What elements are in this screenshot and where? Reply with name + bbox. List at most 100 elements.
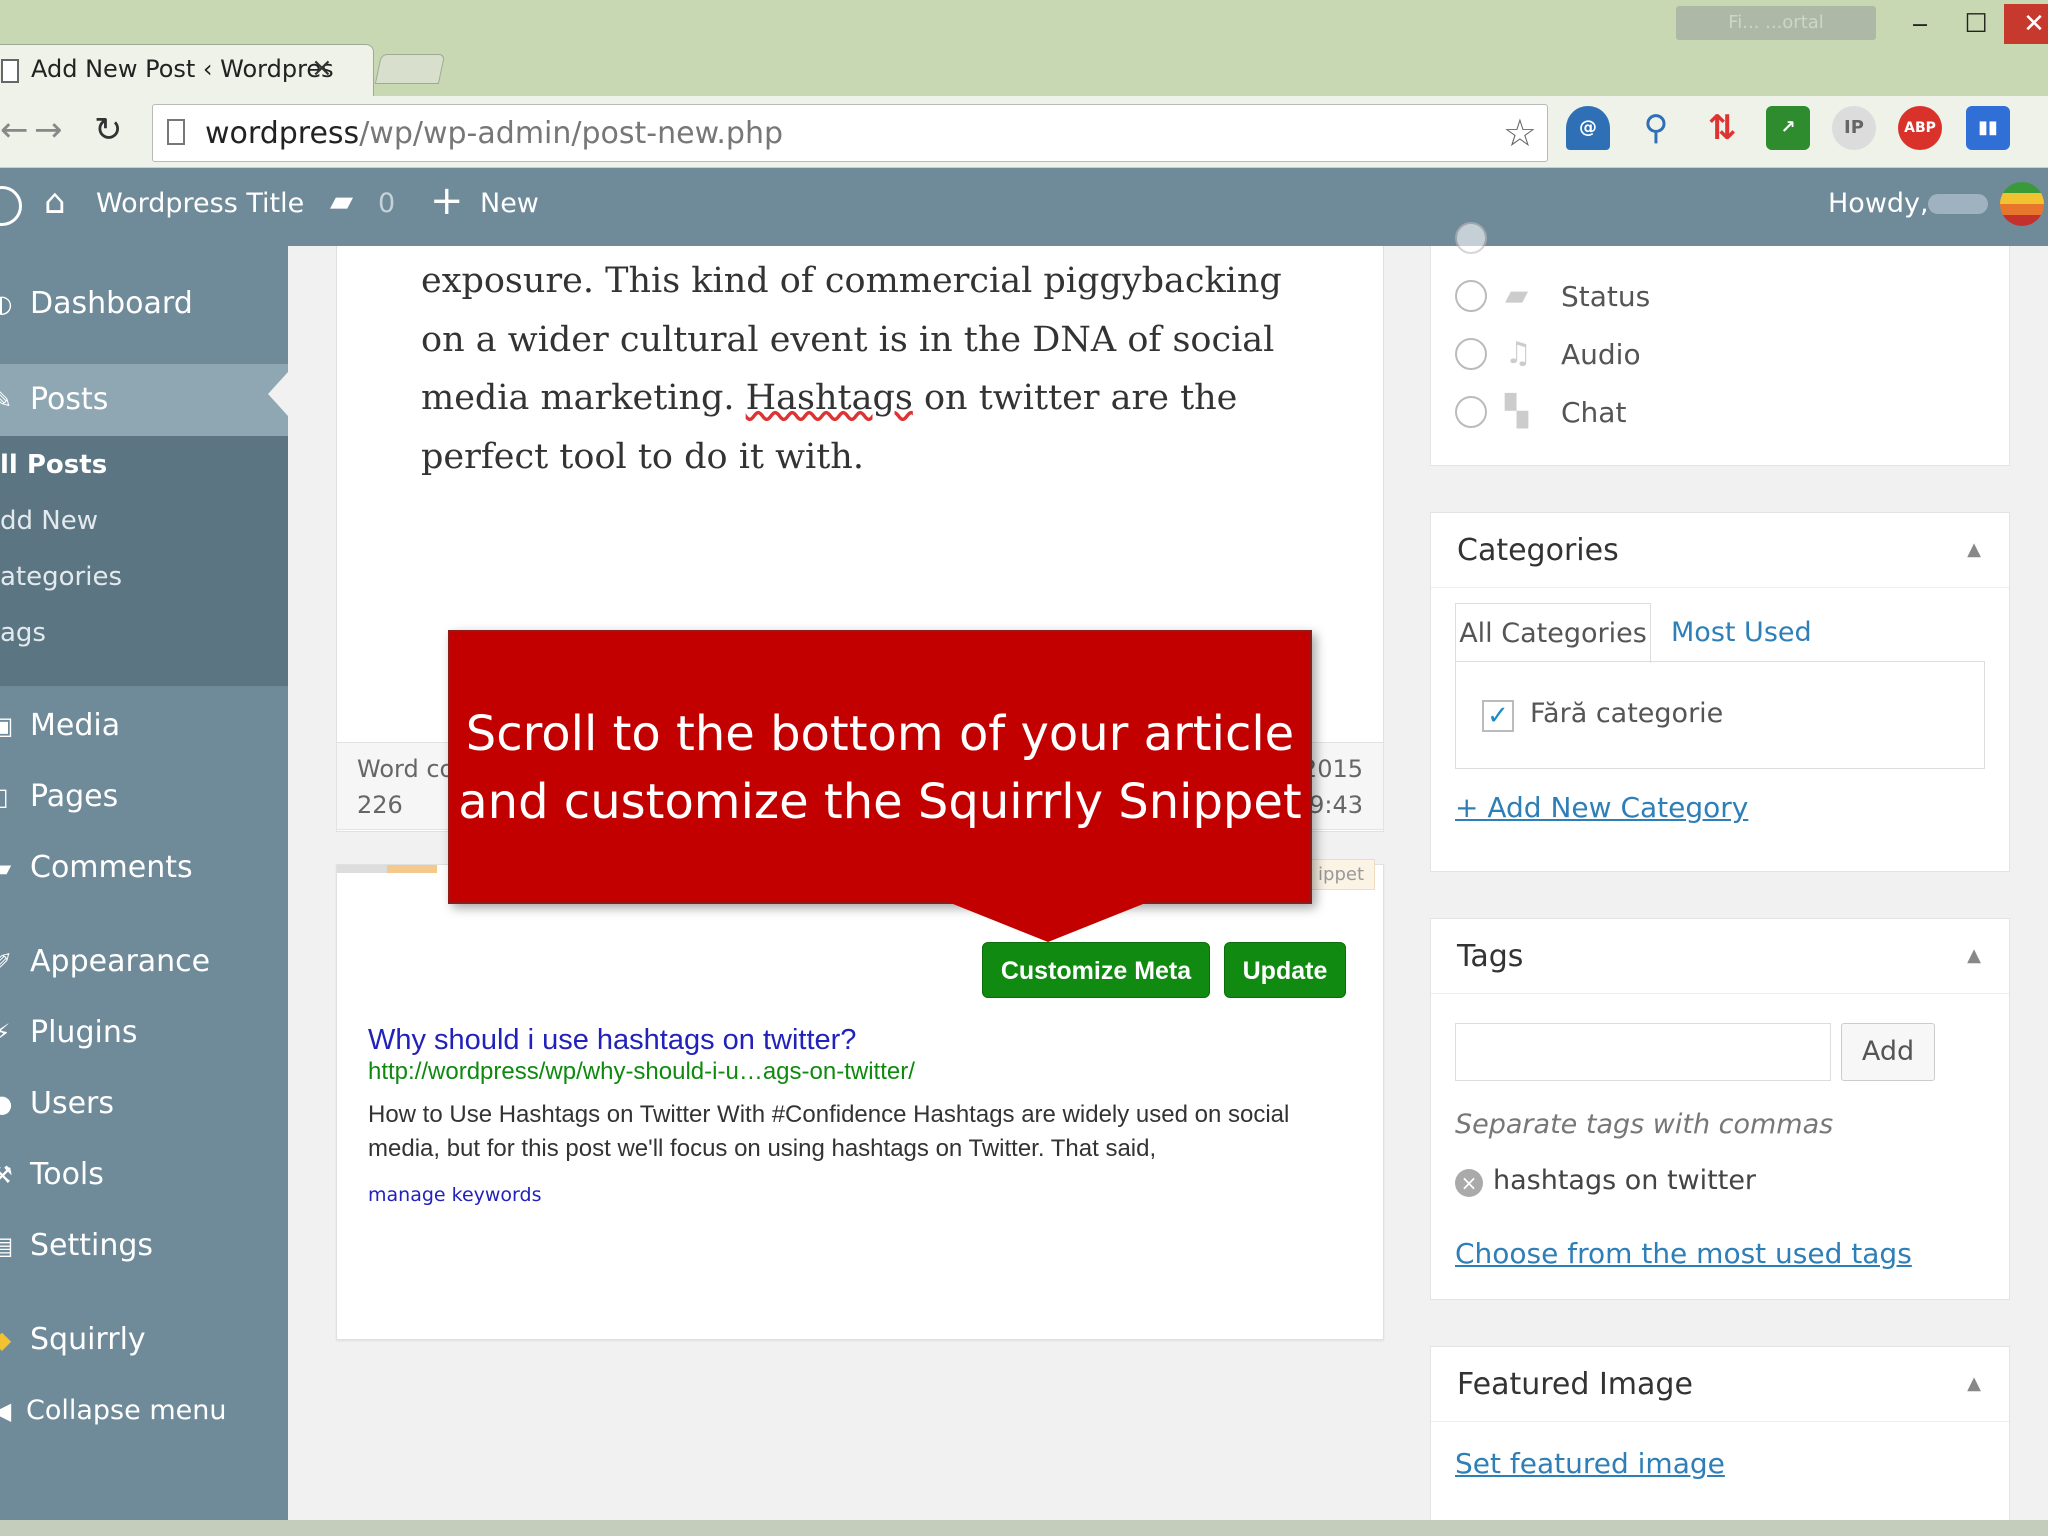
comment-count[interactable]: 0 [378, 188, 395, 219]
divider [1431, 587, 2009, 588]
sidebar-item-comments[interactable]: ▰ Comments [0, 838, 288, 898]
username-blurred[interactable] [1928, 194, 1988, 214]
set-featured-image-link[interactable]: Set featured image [1455, 1447, 1725, 1480]
format-panel: ▰ Status ♫ Audio ▚ Chat [1430, 222, 2010, 466]
avatar[interactable] [2000, 182, 2044, 226]
tutorial-callout: Scroll to the bottom of your article and… [448, 630, 1312, 904]
radio-button[interactable] [1455, 280, 1487, 312]
adblock-extension-icon[interactable]: ABP [1898, 106, 1942, 150]
music-note-icon: ♫ [1505, 336, 1532, 371]
media-icon: ▣ [0, 712, 14, 740]
radio-button[interactable] [1455, 396, 1487, 428]
maximize-button[interactable]: ☐ [1950, 4, 2002, 44]
tab-all-categories[interactable]: All Categories [1455, 603, 1651, 663]
sidebar-item-users[interactable]: ● Users [0, 1074, 288, 1134]
submenu-categories[interactable]: ategories [0, 562, 122, 592]
collapse-menu-button[interactable]: ◀ Collapse menu [0, 1381, 288, 1441]
choose-tags-link[interactable]: Choose from the most used tags [1455, 1237, 1912, 1270]
manage-keywords-link[interactable]: manage keywords [368, 1184, 542, 1206]
sidebar-item-label: Comments [30, 850, 193, 885]
chat-bubbles-icon: ▚ [1505, 394, 1529, 429]
add-tag-button[interactable]: Add [1841, 1023, 1935, 1081]
browser-tab[interactable]: Add New Post ‹ Wordpres × [0, 44, 374, 100]
sidebar-item-squirrly[interactable]: ◆ Squirrly [0, 1310, 288, 1370]
submenu-tags[interactable]: ags [0, 618, 46, 648]
pin-icon: ✎ [0, 386, 13, 414]
sidebar-item-tools[interactable]: ⚒ Tools [0, 1145, 288, 1205]
howdy-label[interactable]: Howdy, [1828, 188, 1929, 219]
url-text[interactable]: wordpress/wp/wp-admin/post-new.php [205, 116, 783, 151]
collapse-triangle-icon[interactable]: ▲ [1967, 539, 1981, 560]
panel-title: Tags [1457, 939, 1524, 974]
chart-extension-icon[interactable]: ↗ [1766, 106, 1810, 150]
new-tab-button[interactable] [374, 54, 446, 84]
comments-icon: ▰ [0, 854, 12, 882]
sidebar-item-posts[interactable]: ✎ Posts [0, 364, 288, 436]
tag-input[interactable] [1455, 1023, 1831, 1081]
speech-bubble-icon: ▰ [1505, 278, 1529, 313]
customize-meta-button[interactable]: Customize Meta [982, 942, 1210, 998]
forward-arrow-icon[interactable]: → [34, 110, 63, 150]
snippet-title: Why should i use hashtags on twitter? [368, 1024, 857, 1056]
radio-button[interactable] [1455, 338, 1487, 370]
close-window-button[interactable]: ✕ [2004, 4, 2048, 44]
settings-icon: ▤ [0, 1232, 14, 1260]
page-icon [167, 119, 185, 145]
categories-panel: Categories ▲ All Categories Most Used ✓ … [1430, 512, 2010, 872]
sidebar-item-label: Pages [30, 779, 119, 814]
update-button[interactable]: Update [1224, 942, 1346, 998]
window-title-blurred: Fi... ...ortal [1676, 6, 1876, 40]
category-checkbox[interactable]: ✓ [1482, 700, 1514, 732]
browser-menu-icon[interactable]: ⋮ [2036, 110, 2048, 145]
taskbar-strip [0, 1520, 2048, 1536]
divider [1431, 993, 2009, 994]
arrows-extension-icon[interactable]: ⇅ [1700, 106, 1744, 150]
submenu-add-new[interactable]: dd New [0, 506, 98, 536]
extension-1-icon[interactable]: @ [1566, 106, 1610, 150]
minimize-button[interactable]: ‒ [1894, 4, 1946, 44]
plus-icon[interactable]: + [430, 178, 464, 224]
collapse-triangle-icon[interactable]: ▲ [1967, 1373, 1981, 1394]
address-bar[interactable]: wordpress/wp/wp-admin/post-new.php ☆ [152, 104, 1548, 162]
callout-line: Scroll to the bottom of your article [465, 706, 1295, 762]
tab-most-used[interactable]: Most Used [1671, 603, 1812, 663]
sidebar-item-label: Plugins [30, 1015, 138, 1050]
bookmark-star-icon[interactable]: ☆ [1503, 111, 1537, 155]
url-path: /wp/wp-admin/post-new.php [359, 116, 783, 151]
word-count-value: 226 [357, 791, 403, 819]
sidebar-item-plugins[interactable]: ⚡ Plugins [0, 1003, 288, 1063]
trello-extension-icon[interactable]: ▮▮ [1966, 106, 2010, 150]
sidebar-item-dashboard[interactable]: ◐ Dashboard [0, 274, 288, 334]
snippet-tab-label[interactable]: ippet [1307, 859, 1375, 890]
tab-close-icon[interactable]: × [311, 53, 333, 83]
home-icon[interactable]: ⌂ [44, 182, 66, 222]
collapse-triangle-icon[interactable]: ▲ [1967, 945, 1981, 966]
url-host: wordpress [205, 116, 360, 151]
sidebar-item-appearance[interactable]: ✐ Appearance [0, 932, 288, 992]
search-extension-icon[interactable]: ⚲ [1634, 106, 1678, 150]
radio-button[interactable] [1455, 222, 1487, 254]
post-body-text[interactable]: exposure. This kind of commercial piggyb… [421, 252, 1331, 486]
sidebar-item-media[interactable]: ▣ Media [0, 696, 288, 756]
tag-label: hashtags on twitter [1493, 1165, 1757, 1196]
category-label: Fără categorie [1530, 698, 1724, 729]
posts-submenu: ll Posts dd New ategories ags [0, 436, 288, 686]
back-arrow-icon[interactable]: ← [0, 110, 29, 150]
new-content-link[interactable]: New [480, 188, 539, 219]
reload-icon[interactable]: ↻ [94, 110, 123, 150]
panel-title: Featured Image [1457, 1367, 1693, 1402]
add-new-category-link[interactable]: + Add New Category [1455, 791, 1748, 824]
format-label: Audio [1561, 338, 1641, 371]
ip-extension-icon[interactable]: IP [1832, 106, 1876, 150]
sidebar-item-settings[interactable]: ▤ Settings [0, 1216, 288, 1276]
remove-tag-icon[interactable]: × [1455, 1169, 1483, 1197]
comment-icon[interactable]: ▰ [330, 184, 353, 219]
submenu-all-posts[interactable]: ll Posts [0, 450, 107, 480]
sidebar-item-pages[interactable]: ▯ Pages [0, 767, 288, 827]
callout-text: Scroll to the bottom of your article and… [450, 700, 1310, 836]
site-title-link[interactable]: Wordpress Title [96, 188, 304, 219]
sidebar-item-label: Appearance [30, 944, 211, 979]
wordpress-logo-icon[interactable] [0, 186, 22, 226]
misspelled-word: Hashtags [745, 378, 913, 418]
admin-sidebar: ◐ Dashboard ✎ Posts ll Posts dd New ateg… [0, 246, 288, 1536]
